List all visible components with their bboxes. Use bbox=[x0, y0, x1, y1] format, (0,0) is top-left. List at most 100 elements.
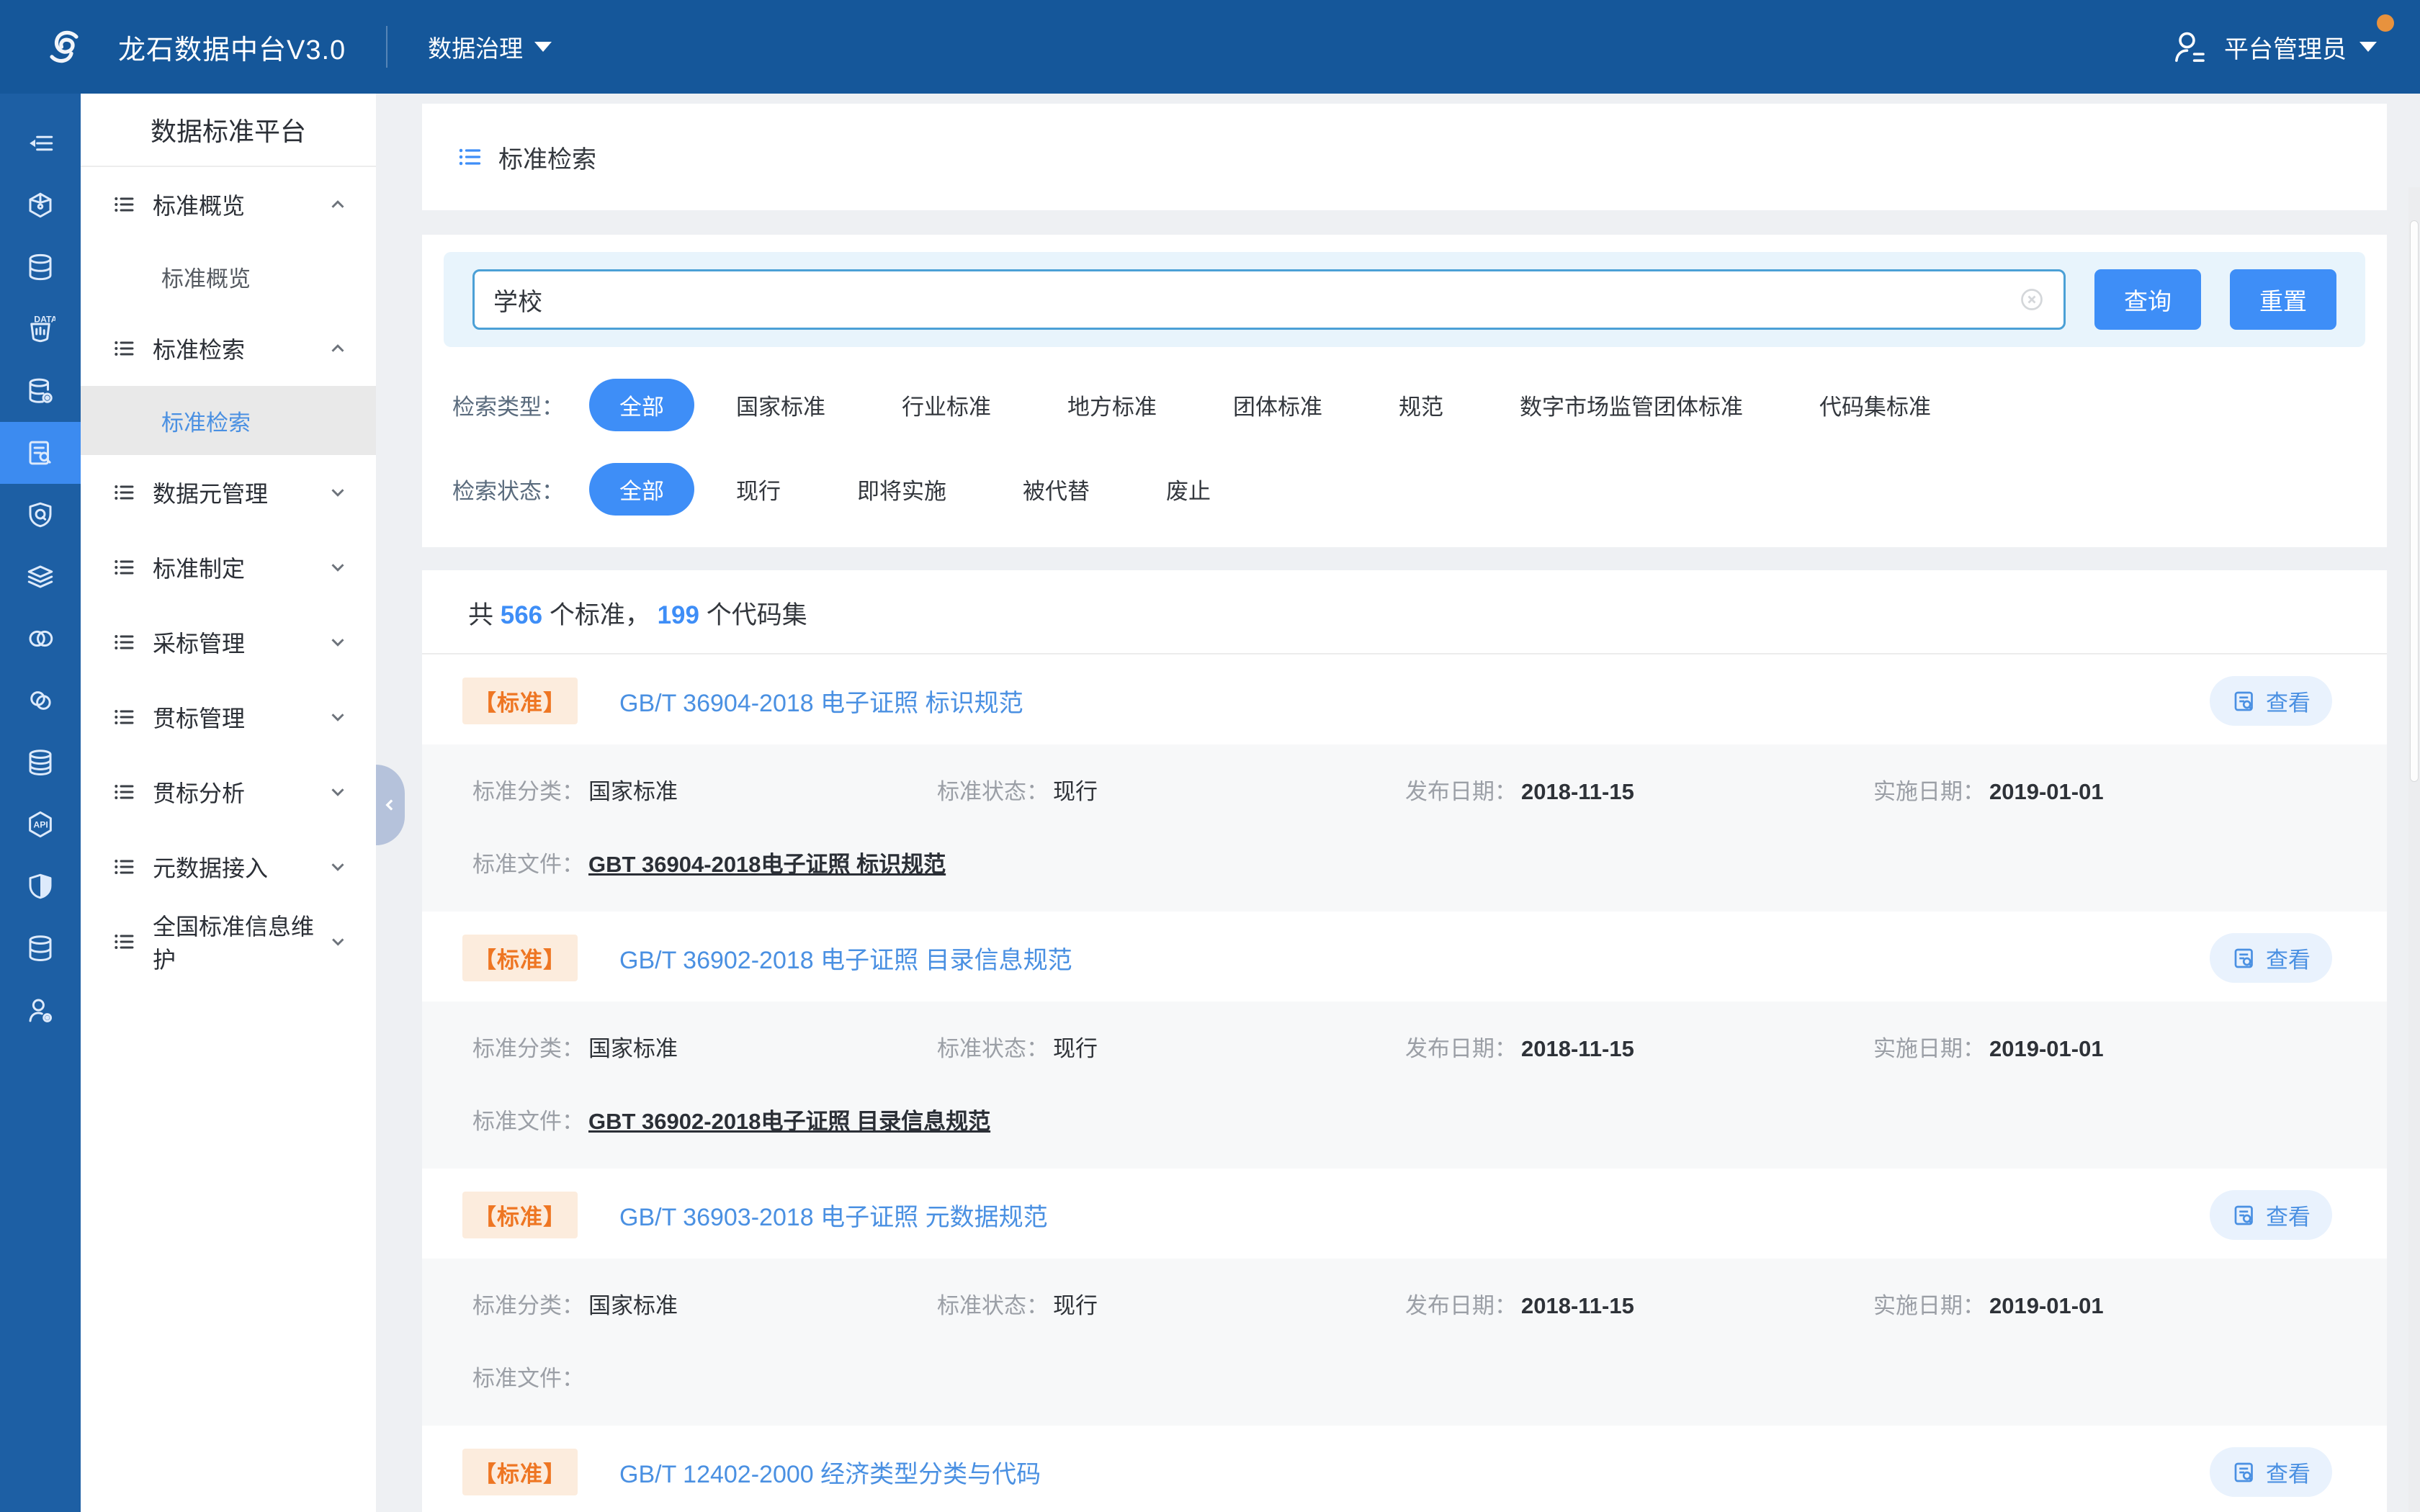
result-detail-block: 标准分类：国家标准 标准状态：现行 发布日期：2018-11-15 实施日期：2… bbox=[422, 744, 2387, 912]
result-detail-block: 标准分类：国家标准 标准状态：现行 发布日期：2018-11-15 实施日期：2… bbox=[422, 1002, 2387, 1169]
list-icon bbox=[112, 481, 135, 504]
filter-type-all-pill[interactable]: 全部 bbox=[589, 379, 694, 431]
sidebar-title: 数据标准平台 bbox=[81, 94, 376, 167]
sidebar-item-standard-overview[interactable]: 标准概览 bbox=[81, 167, 376, 242]
doc-search-icon bbox=[2231, 688, 2257, 714]
view-button[interactable]: 查看 bbox=[2210, 933, 2332, 983]
filter-type-option[interactable]: 行业标准 bbox=[902, 389, 991, 421]
result-item: 【标准】 GB/T 36903-2018 电子证照 元数据规范 查看 标准分类：… bbox=[422, 1169, 2387, 1426]
sidebar-item-label: 全国标准信息维护 bbox=[153, 909, 328, 975]
clipboard-search-icon[interactable] bbox=[0, 422, 81, 484]
layers-icon[interactable] bbox=[0, 546, 81, 608]
category-value: 国家标准 bbox=[588, 1036, 678, 1061]
scrollbar-thumb[interactable] bbox=[2410, 220, 2419, 782]
list-icon bbox=[112, 193, 135, 216]
filter-type-option[interactable]: 地方标准 bbox=[1067, 389, 1157, 421]
filter-status-label: 检索状态： bbox=[452, 473, 589, 505]
view-button[interactable]: 查看 bbox=[2210, 676, 2332, 726]
user-gear-icon[interactable] bbox=[0, 979, 81, 1041]
top-navbar: 龙石数据中台V3.0 数据治理 平台管理员 bbox=[0, 0, 2420, 94]
category-value: 国家标准 bbox=[588, 779, 678, 804]
recording-indicator-dot bbox=[2377, 14, 2394, 32]
sidebar-item-label: 贯标管理 bbox=[153, 701, 245, 734]
sidebar-item-label: 标准检索 bbox=[153, 332, 245, 365]
sidebar-item-implementation-mgmt[interactable]: 贯标管理 bbox=[81, 680, 376, 755]
list-icon bbox=[112, 706, 135, 729]
scrollbar-track[interactable] bbox=[2408, 187, 2420, 1512]
database-icon-2[interactable] bbox=[0, 732, 81, 793]
sidebar-item-standard-drafting[interactable]: 标准制定 bbox=[81, 530, 376, 605]
reset-button[interactable]: 重置 bbox=[2230, 269, 2336, 330]
icon-rail: DATA API bbox=[0, 94, 81, 1512]
shield-half-icon[interactable] bbox=[0, 855, 81, 917]
result-title-link[interactable]: GB/T 36902-2018 电子证照 目录信息规范 bbox=[619, 940, 1072, 976]
filter-status-option[interactable]: 现行 bbox=[736, 473, 781, 505]
sidebar-item-label: 贯标分析 bbox=[153, 775, 245, 809]
view-button[interactable]: 查看 bbox=[2210, 1190, 2332, 1240]
filter-type-option[interactable]: 规范 bbox=[1399, 389, 1443, 421]
list-icon bbox=[112, 930, 135, 953]
filter-type-option[interactable]: 团体标准 bbox=[1233, 389, 1322, 421]
database-gear-icon[interactable] bbox=[0, 360, 81, 422]
list-icon bbox=[112, 855, 135, 878]
publish-date-value: 2018-11-15 bbox=[1521, 1293, 1634, 1318]
linked-rings-icon[interactable] bbox=[0, 608, 81, 670]
sidebar-subitem-standard-overview[interactable]: 标准概览 bbox=[81, 242, 376, 311]
chevron-down-icon bbox=[2360, 42, 2377, 52]
filter-type-option[interactable]: 代码集标准 bbox=[1819, 389, 1931, 421]
list-icon bbox=[112, 780, 135, 804]
nav-menu-data-governance[interactable]: 数据治理 bbox=[428, 30, 552, 64]
result-title-link[interactable]: GB/T 36904-2018 电子证照 标识规范 bbox=[619, 683, 1023, 719]
sidebar-item-data-element-mgmt[interactable]: 数据元管理 bbox=[81, 455, 376, 530]
api-hexagon-icon[interactable]: API bbox=[0, 793, 81, 855]
data-doc-icon[interactable]: DATA bbox=[0, 298, 81, 360]
clear-input-icon[interactable] bbox=[2019, 287, 2045, 312]
filter-status-option[interactable]: 废止 bbox=[1166, 473, 1211, 505]
linked-rings-icon-2[interactable] bbox=[0, 670, 81, 732]
sidebar-subitem-standard-search[interactable]: 标准检索 bbox=[81, 386, 376, 455]
search-input-wrap bbox=[472, 269, 2066, 330]
menu-collapse-icon[interactable] bbox=[0, 112, 81, 174]
sidebar: 数据标准平台 标准概览 标准概览 标准检索 标准检索 数据元管理 标准制定 采标… bbox=[81, 94, 376, 1512]
topbar-divider bbox=[386, 26, 387, 68]
sidebar-item-implementation-analysis[interactable]: 贯标分析 bbox=[81, 755, 376, 829]
filter-type-option[interactable]: 数字市场监管团体标准 bbox=[1520, 389, 1743, 421]
sidebar-item-national-standard-info[interactable]: 全国标准信息维护 bbox=[81, 904, 376, 979]
standard-file-link[interactable]: GBT 36904-2018电子证照 标识规范 bbox=[588, 852, 946, 877]
filter-row-status: 检索状态： 全部 现行 即将实施 被代替 废止 bbox=[444, 463, 2365, 516]
sidebar-item-metadata-access[interactable]: 元数据接入 bbox=[81, 829, 376, 904]
standard-badge: 【标准】 bbox=[462, 935, 578, 981]
result-detail-block: 标准分类：国家标准 标准状态：现行 发布日期：2018-11-15 实施日期：2… bbox=[422, 1259, 2387, 1426]
result-title-link[interactable]: GB/T 36903-2018 电子证照 元数据规范 bbox=[619, 1197, 1048, 1233]
filter-status-all-pill[interactable]: 全部 bbox=[589, 463, 694, 516]
user-name: 平台管理员 bbox=[2224, 30, 2347, 65]
list-icon bbox=[112, 631, 135, 654]
shield-q-icon[interactable] bbox=[0, 484, 81, 546]
standards-count: 566 bbox=[501, 601, 542, 629]
result-title-link[interactable]: GB/T 12402-2000 经济类型分类与代码 bbox=[619, 1454, 1041, 1490]
category-value: 国家标准 bbox=[588, 1293, 678, 1318]
cube-network-icon[interactable] bbox=[0, 174, 81, 236]
database-icon-3[interactable] bbox=[0, 917, 81, 979]
svg-text:API: API bbox=[33, 819, 48, 829]
standard-badge: 【标准】 bbox=[462, 1192, 578, 1238]
chevron-down-icon bbox=[327, 706, 349, 728]
user-menu[interactable]: 平台管理员 bbox=[2224, 30, 2377, 65]
standard-badge: 【标准】 bbox=[462, 678, 578, 724]
view-button[interactable]: 查看 bbox=[2210, 1447, 2332, 1497]
database-icon[interactable] bbox=[0, 236, 81, 298]
list-icon bbox=[112, 337, 135, 360]
query-button[interactable]: 查询 bbox=[2094, 269, 2201, 330]
chevron-down-icon bbox=[327, 557, 349, 578]
filter-type-option[interactable]: 国家标准 bbox=[736, 389, 825, 421]
status-value: 现行 bbox=[1053, 1036, 1098, 1061]
standard-file-link[interactable]: GBT 36902-2018电子证照 目录信息规范 bbox=[588, 1109, 990, 1134]
filter-status-option[interactable]: 即将实施 bbox=[857, 473, 946, 505]
sidebar-item-standard-search[interactable]: 标准检索 bbox=[81, 311, 376, 386]
filter-status-option[interactable]: 被代替 bbox=[1023, 473, 1090, 505]
search-input[interactable] bbox=[493, 286, 2019, 314]
chevron-up-icon bbox=[327, 338, 349, 359]
sidebar-item-standard-adoption[interactable]: 采标管理 bbox=[81, 605, 376, 680]
sidebar-item-label: 数据元管理 bbox=[153, 476, 268, 509]
status-value: 现行 bbox=[1053, 1293, 1098, 1318]
